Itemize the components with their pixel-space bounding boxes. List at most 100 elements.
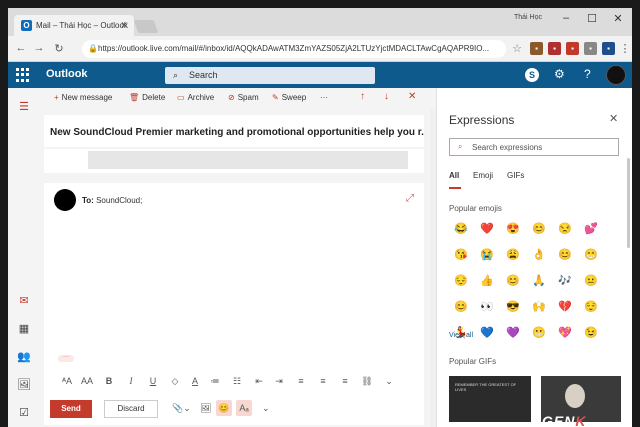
align-right-icon[interactable]: ≡: [338, 376, 352, 386]
avatar[interactable]: [606, 65, 626, 85]
emoji-item[interactable]: 😔: [453, 273, 469, 289]
emoji-item[interactable]: 😘: [453, 247, 469, 263]
show-more-button[interactable]: ···: [58, 354, 74, 362]
emoji-item[interactable]: 👌: [531, 247, 547, 263]
search-input[interactable]: ⌕ Search: [165, 67, 375, 84]
arrow-up-icon[interactable]: ↑: [360, 91, 365, 102]
expand-icon[interactable]: ⤢: [406, 193, 414, 204]
view-all-link[interactable]: View all: [449, 332, 473, 339]
emoji-item[interactable]: 😁: [583, 247, 599, 263]
align-left-icon[interactable]: ≡: [294, 376, 308, 386]
italic-icon[interactable]: I: [124, 376, 138, 386]
arrow-down-icon[interactable]: ↓: [384, 91, 389, 102]
help-icon[interactable]: ?: [584, 67, 591, 81]
emoji-item[interactable]: 😬: [531, 325, 547, 341]
tab-emoji[interactable]: Emoji: [473, 171, 493, 180]
close-icon[interactable]: ✕: [408, 91, 416, 102]
emoji-item[interactable]: 😐: [583, 273, 599, 289]
discard-button[interactable]: Discard: [104, 400, 158, 418]
emoji-item[interactable]: 😎: [505, 299, 521, 315]
emoji-item[interactable]: 💜: [505, 325, 521, 341]
chevron-down-icon[interactable]: ⌄: [382, 376, 396, 387]
emoji-item[interactable]: 👀: [479, 299, 495, 315]
extension-icon[interactable]: ▪: [566, 42, 579, 55]
browser-tab[interactable]: O Mail – Thái Học – Outlook ✕: [14, 15, 134, 36]
chevron-down-icon[interactable]: ⌄: [262, 403, 270, 414]
decrease-indent-icon[interactable]: ⇤: [252, 376, 266, 387]
bookmark-star-icon[interactable]: ☆: [510, 42, 524, 55]
highlight-icon[interactable]: ◇: [168, 376, 182, 387]
emoji-item[interactable]: 🎶: [557, 273, 573, 289]
emoji-item[interactable]: 💕: [583, 221, 599, 237]
bold-icon[interactable]: B: [102, 376, 116, 386]
photo-icon[interactable]: 🖼: [16, 378, 32, 391]
emoji-item[interactable]: 😊: [505, 273, 521, 289]
app-launcher-icon[interactable]: [16, 68, 30, 82]
forward-icon[interactable]: →: [32, 42, 46, 54]
emoji-item[interactable]: 😌: [583, 299, 599, 315]
search-expressions-input[interactable]: ⌕ Search expressions: [449, 138, 619, 156]
numbering-icon[interactable]: ☷: [230, 376, 244, 387]
emoji-item[interactable]: 😉: [583, 325, 599, 341]
insert-picture-icon[interactable]: 🖼: [200, 403, 211, 414]
maximize-icon[interactable]: ☐: [584, 12, 600, 25]
emoji-item[interactable]: 😊: [557, 247, 573, 263]
back-icon[interactable]: ←: [14, 42, 28, 54]
new-message-button[interactable]: + New message: [54, 93, 112, 102]
tab-gifs[interactable]: GIFs: [507, 171, 524, 180]
extension-icon[interactable]: ▪: [584, 42, 597, 55]
spam-button[interactable]: ⊘ Spam: [228, 93, 259, 102]
bullets-icon[interactable]: ≔: [208, 376, 222, 387]
gif-thumbnail[interactable]: REMEMBER THE GREATEST OF LIVES: [449, 376, 531, 422]
new-tab-button[interactable]: [133, 20, 159, 33]
emoji-item[interactable]: 🙌: [531, 299, 547, 315]
align-center-icon[interactable]: ≡: [316, 376, 330, 386]
emoji-item[interactable]: 😭: [479, 247, 495, 263]
profile-name[interactable]: Thái Học: [514, 14, 542, 21]
calendar-icon[interactable]: ▦: [16, 322, 32, 335]
extension-icon[interactable]: ▪: [530, 42, 543, 55]
sweep-button[interactable]: ✎ Sweep: [272, 93, 306, 102]
close-window-icon[interactable]: ✕: [610, 12, 626, 25]
scrollbar[interactable]: [627, 158, 630, 248]
font-size-small-icon[interactable]: ᴬA: [60, 376, 74, 386]
hamburger-icon[interactable]: ☰: [16, 100, 32, 113]
compose-area[interactable]: To: SoundCloud; ⤢: [44, 183, 424, 371]
emoji-item[interactable]: 😒: [557, 221, 573, 237]
tab-close-icon[interactable]: ✕: [120, 20, 128, 31]
attach-icon[interactable]: 📎⌄: [172, 403, 191, 414]
font-size-large-icon[interactable]: AA: [80, 376, 94, 386]
extension-icon[interactable]: ▪: [602, 42, 615, 55]
emoji-item[interactable]: 😊: [531, 221, 547, 237]
emoji-icon[interactable]: 😊: [216, 400, 232, 416]
tab-all[interactable]: All: [449, 171, 459, 180]
more-commands-button[interactable]: ···: [320, 93, 328, 102]
emoji-item[interactable]: ❤️: [479, 221, 495, 237]
send-button[interactable]: Send: [50, 400, 92, 418]
emoji-item[interactable]: 😩: [505, 247, 521, 263]
todo-icon[interactable]: ☑: [16, 406, 32, 419]
format-painter-icon[interactable]: Aₐ: [236, 400, 252, 416]
minimize-icon[interactable]: –: [558, 12, 574, 24]
gear-icon[interactable]: ⚙: [554, 67, 565, 81]
increase-indent-icon[interactable]: ⇥: [272, 376, 286, 387]
reload-icon[interactable]: ↻: [52, 42, 66, 55]
archive-button[interactable]: ▭ Archive: [177, 93, 214, 102]
delete-button[interactable]: 🗑 Delete: [129, 93, 165, 102]
address-bar[interactable]: 🔒 https://outlook.live.com/mail/#/inbox/…: [82, 40, 506, 58]
close-icon[interactable]: ✕: [609, 112, 618, 125]
font-color-icon[interactable]: A: [188, 376, 202, 386]
link-icon[interactable]: ⛓: [360, 376, 374, 387]
to-field[interactable]: To: SoundCloud;: [82, 196, 142, 205]
people-icon[interactable]: 👥: [16, 350, 32, 363]
menu-icon[interactable]: ⋮: [618, 42, 632, 55]
emoji-item[interactable]: 😂: [453, 221, 469, 237]
app-name[interactable]: Outlook: [46, 68, 88, 80]
extension-icon[interactable]: ▪: [548, 42, 561, 55]
skype-icon[interactable]: S: [525, 68, 539, 82]
mail-icon[interactable]: ✉: [16, 294, 32, 307]
emoji-item[interactable]: 👍: [479, 273, 495, 289]
emoji-item[interactable]: 💖: [557, 325, 573, 341]
emoji-item[interactable]: 💙: [479, 325, 495, 341]
underline-icon[interactable]: U: [146, 376, 160, 386]
